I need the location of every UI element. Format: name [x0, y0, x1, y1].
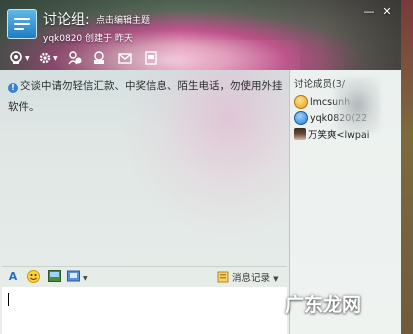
security-notice-text: 交谈中请勿轻信汇款、中奖信息、陌生电话，勿使用外挂软件。: [8, 80, 283, 113]
text-cursor: [8, 293, 9, 306]
site-watermark: 广东龙网: [285, 294, 362, 316]
chevron-down-icon[interactable]: ▼: [83, 275, 88, 282]
info-icon: !: [8, 83, 18, 93]
emoji-icon[interactable]: [26, 270, 40, 284]
group-title: 讨论组:: [43, 12, 90, 28]
security-notice: ! 交谈中请勿轻信汇款、中奖信息、陌生电话，勿使用外挂软件。: [8, 76, 286, 118]
message-input[interactable]: [2, 287, 287, 334]
chevron-down-icon[interactable]: ▼: [53, 55, 58, 62]
chevron-down-icon[interactable]: ▼: [273, 275, 278, 283]
edit-topic-link[interactable]: 点击编辑主题: [96, 13, 150, 26]
group-avatar-icon[interactable]: [7, 9, 37, 39]
mail-icon[interactable]: [117, 50, 133, 66]
add-member-icon[interactable]: [67, 50, 83, 66]
minimize-button[interactable]: —: [362, 6, 376, 18]
history-icon: [217, 271, 229, 283]
meeting-icon[interactable]: [91, 50, 107, 66]
qq-member-icon: [294, 95, 308, 109]
font-icon[interactable]: A: [6, 270, 20, 284]
qq-member-icon: [294, 111, 308, 125]
privacy-blur: [335, 78, 380, 133]
desktop-edge: [401, 0, 413, 334]
user-photo-icon: [294, 128, 306, 140]
settings-icon[interactable]: [37, 50, 53, 66]
screenshot-icon[interactable]: [67, 270, 81, 284]
close-button[interactable]: ✕: [380, 6, 394, 18]
chat-window: 讨论组: 点击编辑主题 yqk0820 创建于 昨天 — ✕ ▼ ▼ ! 交谈中请…: [0, 0, 413, 334]
chevron-down-icon[interactable]: ▼: [25, 55, 30, 62]
image-icon[interactable]: [47, 270, 61, 284]
file-icon[interactable]: [143, 50, 159, 66]
creator-info: yqk0820 创建于 昨天: [43, 34, 133, 44]
message-history-label: 消息记录: [232, 273, 271, 284]
webcam-icon[interactable]: [8, 50, 24, 66]
message-history-button[interactable]: 消息记录 ▼: [217, 270, 278, 284]
